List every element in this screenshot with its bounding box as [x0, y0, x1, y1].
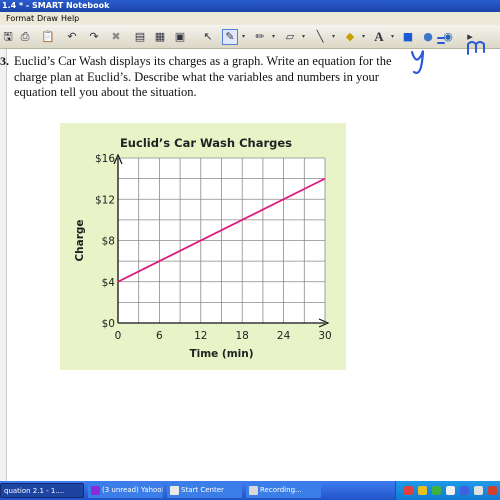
tray-icon-6[interactable]: [474, 486, 483, 495]
highlighter-icon[interactable]: ✏: [252, 29, 268, 45]
tray-icon-4[interactable]: [446, 486, 455, 495]
undo-arrow-icon[interactable]: ↶: [64, 29, 80, 45]
task-label: quation 2.1 - 1....: [4, 487, 65, 495]
eraser-dropdown-icon[interactable]: ▾: [300, 29, 307, 45]
task-label: (3 unread) Yahoo! Mail, ...: [102, 486, 163, 494]
text-icon[interactable]: A: [371, 29, 387, 45]
tray-icon-2[interactable]: [418, 486, 427, 495]
highlighter-dropdown-icon[interactable]: ▾: [270, 29, 277, 45]
menu-draw[interactable]: Draw: [37, 12, 58, 25]
taskbar-item-smart-notebook[interactable]: quation 2.1 - 1....: [0, 483, 84, 498]
taskbar-item-start-center[interactable]: Start Center: [167, 483, 242, 498]
save-icon[interactable]: 🖫: [0, 29, 16, 45]
question-text: Euclid’s Car Wash displays its charges a…: [14, 54, 392, 99]
eraser-icon[interactable]: ▱: [282, 29, 298, 45]
question-number: 3.: [0, 54, 9, 68]
print-icon[interactable]: ⎙: [17, 29, 33, 45]
handwritten-ink[interactable]: [410, 32, 500, 77]
recorder-icon: [249, 486, 258, 495]
screen-icon[interactable]: ▤: [132, 29, 148, 45]
paste-icon[interactable]: 📋: [40, 29, 56, 45]
table-icon[interactable]: ▦: [152, 29, 168, 45]
menu-bar: Format Draw Help: [0, 12, 500, 25]
fill-dropdown-icon[interactable]: ▾: [360, 29, 367, 45]
tray-icon-1[interactable]: [404, 486, 413, 495]
redo-arrow-icon[interactable]: ↷: [86, 29, 102, 45]
tray-icon-5[interactable]: [460, 486, 469, 495]
menu-format[interactable]: Format: [6, 12, 34, 25]
document-icon: [170, 486, 179, 495]
pen-icon[interactable]: ✎: [222, 29, 238, 45]
fill-icon[interactable]: ◆: [342, 29, 358, 45]
delete-x-icon[interactable]: ✖: [108, 29, 124, 45]
chart-panel: [60, 123, 346, 370]
window-title: 1.4 * - SMART Notebook: [2, 1, 110, 10]
menu-help[interactable]: Help: [61, 12, 79, 25]
task-label: Start Center: [181, 486, 224, 494]
select-arrow-icon[interactable]: ↖: [200, 29, 216, 45]
taskbar-item-recording[interactable]: Recording...: [246, 483, 321, 498]
window-title-bar: 1.4 * - SMART Notebook: [0, 0, 500, 12]
task-label: Recording...: [260, 486, 302, 494]
line-icon[interactable]: ╲: [312, 29, 328, 45]
pen-dropdown-icon[interactable]: ▾: [240, 29, 247, 45]
line-dropdown-icon[interactable]: ▾: [330, 29, 337, 45]
text-dropdown-icon[interactable]: ▾: [389, 29, 396, 45]
capture-icon[interactable]: ▣: [172, 29, 188, 45]
system-tray: [395, 481, 500, 500]
taskbar-item-yahoo-mail[interactable]: (3 unread) Yahoo! Mail, ...: [88, 483, 163, 498]
browser-icon: [91, 486, 100, 495]
tray-icon-3[interactable]: [432, 486, 441, 495]
tray-icon-7[interactable]: [488, 486, 497, 495]
side-tab-strip[interactable]: [0, 49, 7, 481]
